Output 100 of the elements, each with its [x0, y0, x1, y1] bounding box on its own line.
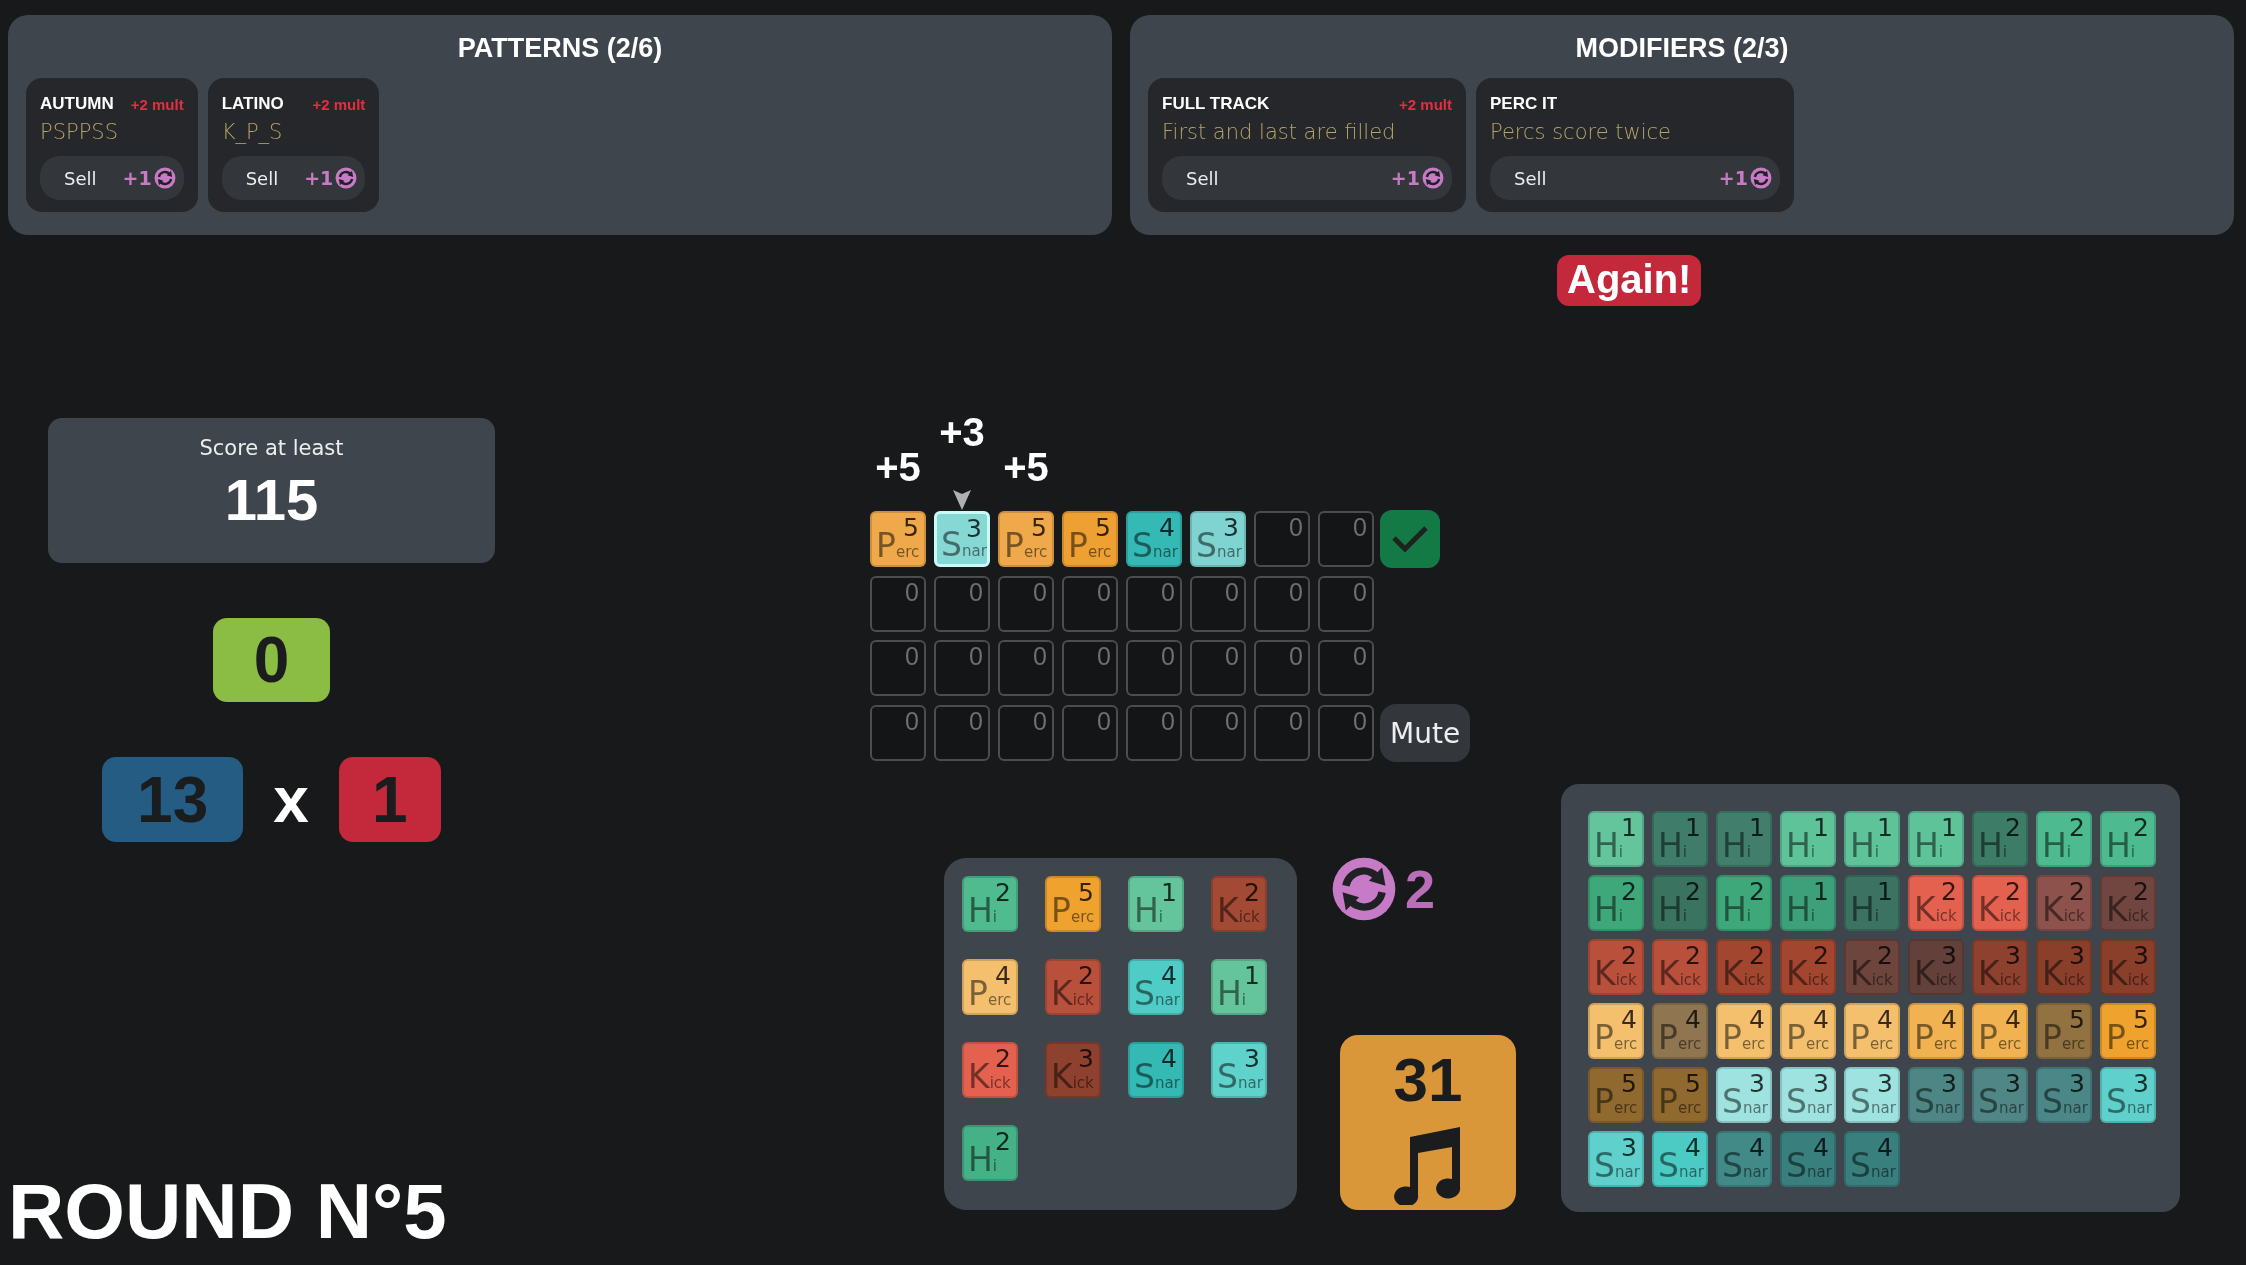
mult-counter: 1: [338, 757, 441, 842]
slot-value: 0: [1097, 579, 1111, 607]
mute-button[interactable]: Mute: [1380, 704, 1471, 762]
card-description: PSPPSS: [40, 120, 119, 144]
panel-title: PATTERNS (2/6): [457, 33, 663, 64]
slot-value: 0: [1161, 643, 1175, 671]
card-bonus: +2 mult: [312, 95, 366, 113]
empty-slot[interactable]: 0: [1318, 511, 1374, 567]
multiply-sign: x: [273, 762, 309, 837]
slot-value: 0: [905, 643, 919, 671]
slot-value: 0: [969, 708, 983, 736]
empty-slot[interactable]: 0: [1190, 576, 1246, 632]
slot-value: 0: [1353, 708, 1367, 736]
target-label: Score at least: [199, 436, 344, 460]
score-popup: +5: [1003, 445, 1049, 490]
tile-value: 1: [1749, 814, 1765, 842]
deck-count: 31: [1393, 1049, 1463, 1111]
score-popup: +5: [875, 445, 921, 490]
target-score: 115: [224, 466, 319, 533]
empty-slot[interactable]: 0: [934, 576, 990, 632]
empty-slot[interactable]: 0: [1318, 705, 1374, 761]
cycle-icon: [153, 167, 176, 189]
empty-slot[interactable]: 0: [1190, 705, 1246, 761]
slot-value: 0: [1225, 579, 1239, 607]
cycle-icon: [1422, 167, 1444, 189]
card-name: LATINO: [221, 94, 284, 114]
check-icon: [1390, 524, 1430, 554]
sell-button[interactable]: Sell +1: [40, 156, 184, 200]
tile-value: 3: [966, 515, 982, 543]
empty-slot[interactable]: 0: [870, 576, 926, 632]
empty-slot[interactable]: 0: [1062, 576, 1118, 632]
empty-slot[interactable]: 0: [998, 576, 1054, 632]
tile-value: 1: [1813, 878, 1829, 906]
sell-button[interactable]: Sell +1: [1162, 156, 1452, 200]
empty-slot[interactable]: 0: [1126, 705, 1182, 761]
reroll-count: 2: [1405, 858, 1436, 920]
empty-slot[interactable]: 0: [934, 640, 990, 696]
tile-value: 1: [1161, 879, 1177, 907]
empty-slot[interactable]: 0: [1254, 511, 1310, 567]
empty-slot[interactable]: 0: [1062, 705, 1118, 761]
slot-value: 0: [1033, 579, 1047, 607]
sell-button[interactable]: Sell +1: [1490, 156, 1780, 200]
slot-value: 0: [1289, 579, 1303, 607]
empty-slot[interactable]: 0: [1318, 576, 1374, 632]
cycle-icon: [335, 167, 358, 189]
tile-value: 1: [1877, 878, 1893, 906]
card-description: First and last are filled: [1162, 120, 1397, 144]
tile-value: 2: [1685, 878, 1701, 906]
tile-value: 2: [995, 1128, 1011, 1156]
tile-value: 1: [1941, 814, 1957, 842]
empty-slot[interactable]: 0: [1062, 640, 1118, 696]
tile-value: 2: [1749, 878, 1765, 906]
empty-slot[interactable]: 0: [934, 705, 990, 761]
empty-slot[interactable]: 0: [1190, 640, 1246, 696]
empty-slot[interactable]: 0: [870, 705, 926, 761]
score-popup: +3: [939, 410, 985, 455]
slot-value: 0: [1161, 579, 1175, 607]
card-bonus: +2 mult: [130, 95, 184, 113]
confirm-button[interactable]: [1380, 510, 1440, 568]
empty-slot[interactable]: 0: [1126, 640, 1182, 696]
slot-value: 0: [1353, 514, 1367, 542]
sell-button[interactable]: Sell +1: [221, 156, 366, 200]
slot-value: 0: [905, 708, 919, 736]
empty-slot[interactable]: 0: [1254, 640, 1310, 696]
card-bonus: +2 mult: [1399, 95, 1452, 113]
chips-counter: 13: [102, 757, 244, 842]
slot-value: 0: [1033, 708, 1047, 736]
slot-value: 0: [1225, 643, 1239, 671]
tile-value: 2: [2005, 814, 2021, 842]
empty-slot[interactable]: 0: [1254, 576, 1310, 632]
slot-value: 0: [969, 643, 983, 671]
empty-slot[interactable]: 0: [998, 640, 1054, 696]
card-description: K_P_S: [221, 120, 284, 144]
slot-value: 0: [1353, 579, 1367, 607]
slot-value: 0: [1289, 514, 1303, 542]
slot-value: 0: [1033, 643, 1047, 671]
empty-slot[interactable]: 0: [998, 705, 1054, 761]
tile-value: 2: [2133, 814, 2149, 842]
card-name: PERC IT: [1490, 94, 1558, 114]
round-title: ROUND N°5: [8, 1166, 448, 1257]
slot-value: 0: [905, 579, 919, 607]
tile-value: 1: [1244, 962, 1260, 990]
tile-value: 1: [1621, 814, 1637, 842]
empty-slot[interactable]: 0: [1318, 640, 1374, 696]
empty-slot[interactable]: 0: [870, 640, 926, 696]
pointer-icon: [953, 490, 971, 510]
card-name: AUTUMN: [40, 94, 114, 114]
slot-value: 0: [1097, 708, 1111, 736]
again-badge: Again!: [1557, 255, 1702, 306]
deck-counter[interactable]: 31: [1340, 1035, 1516, 1210]
empty-slot[interactable]: 0: [1254, 705, 1310, 761]
slot-value: 0: [1353, 643, 1367, 671]
tile-value: 2: [1621, 878, 1637, 906]
card-description: Percs score twice: [1490, 120, 1672, 144]
empty-slot[interactable]: 0: [1126, 576, 1182, 632]
card-name: FULL TRACK: [1162, 94, 1270, 114]
score-counter: 0: [213, 618, 330, 702]
cycle-icon: [1750, 167, 1772, 189]
panel-title: MODIFIERS (2/3): [1575, 33, 1789, 64]
slot-value: 0: [1161, 708, 1175, 736]
